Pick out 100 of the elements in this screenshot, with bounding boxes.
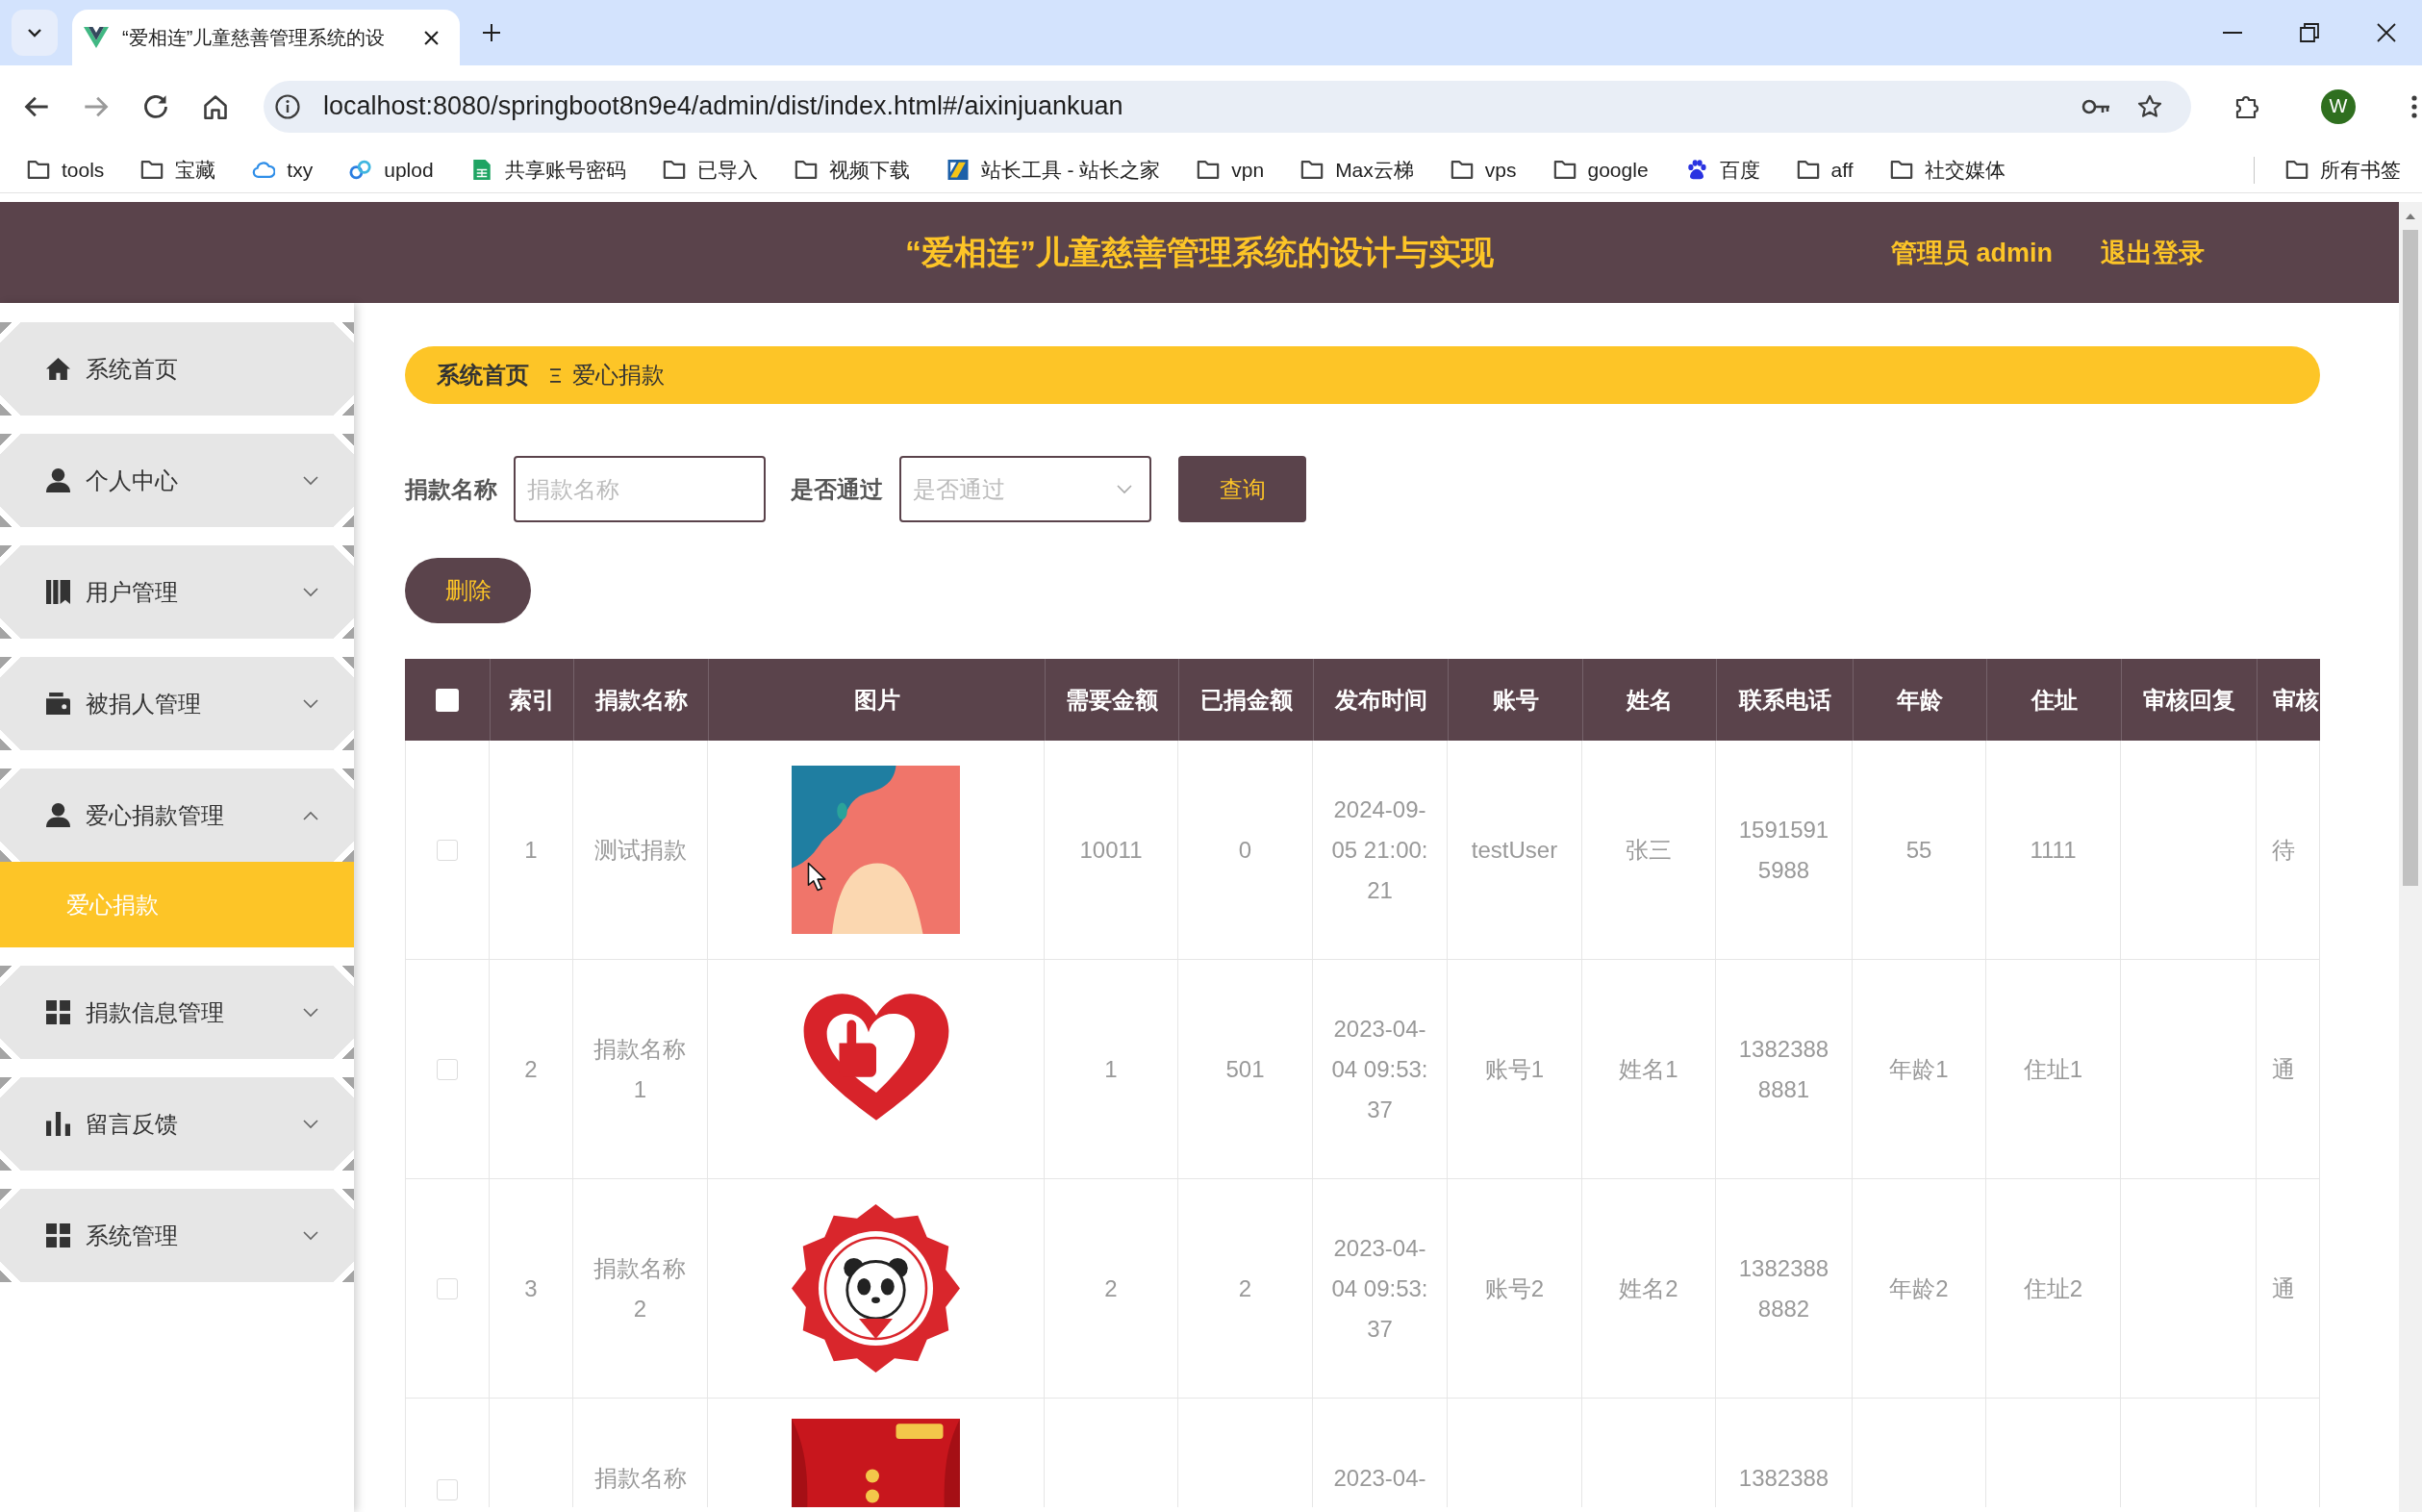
review-status: 通	[2272, 1273, 2295, 1303]
row-checkbox[interactable]	[437, 1277, 458, 1299]
menu-item[interactable]: 爱心捐款管理	[0, 769, 354, 862]
menu-item[interactable]: 被捐人管理	[0, 657, 354, 750]
bookmark[interactable]: uplod	[343, 158, 440, 182]
person-name: 姓名1	[1619, 1054, 1678, 1084]
logout-button[interactable]: 退出登录	[2101, 235, 2205, 270]
donation-name: 捐款名称2	[593, 1253, 688, 1323]
grid-icon	[46, 1223, 70, 1247]
chevron-down-icon	[1117, 484, 1132, 494]
bookmark[interactable]: 站长工具 - 站长之家	[940, 156, 1167, 184]
column-header: 已捐金额	[1199, 685, 1293, 715]
tile-icon	[946, 160, 970, 180]
v-shape-icon	[84, 27, 109, 48]
key-icon[interactable]	[2081, 97, 2110, 115]
folder-icon	[662, 160, 686, 180]
bookmark[interactable]: 社交媒体	[1883, 156, 2011, 184]
bookmark[interactable]: tools	[21, 158, 111, 182]
address-bar[interactable]: localhost:8080/springboot8n9e4/admin/dist/index.html#/aixinjuankuan	[264, 80, 2191, 133]
menu-item[interactable]: 系统首页	[0, 322, 354, 416]
select-all-checkbox[interactable]	[436, 688, 459, 712]
column-header: 审核回复	[2143, 685, 2235, 715]
review-status: 待	[2272, 835, 2295, 865]
puzzle-icon[interactable]	[2234, 93, 2259, 119]
menu-item[interactable]: 捐款信息管理	[0, 966, 354, 1059]
folder-icon	[27, 160, 50, 180]
bookmark[interactable]: 视频下载	[788, 156, 916, 184]
plus-icon[interactable]	[483, 24, 500, 41]
folder-icon	[1450, 160, 1474, 180]
column-header: 住址	[2031, 685, 2078, 715]
search-button[interactable]: 查询	[1178, 456, 1306, 522]
chevron-down-icon	[27, 28, 42, 38]
info-icon[interactable]	[275, 93, 300, 119]
user-icon	[46, 803, 70, 827]
bookmark[interactable]: vps	[1444, 158, 1523, 182]
age-value: 年龄2	[1889, 1273, 1949, 1303]
bookmark[interactable]: 宝藏	[135, 156, 222, 184]
row-index: 1	[524, 835, 538, 865]
bookmark[interactable]: google	[1547, 158, 1654, 182]
breadcrumb-link[interactable]: 系统首页	[437, 360, 529, 391]
column-header: 捐款名称	[594, 685, 688, 715]
app-title: “爱相连”儿童慈善管理系统的设计与实现	[905, 232, 1494, 272]
phone-number: 15915915988	[1737, 815, 1830, 885]
column-header: 姓名	[1627, 685, 1673, 715]
menu-icon[interactable]	[2411, 94, 2417, 118]
row-checkbox[interactable]	[437, 839, 458, 861]
browser-tab[interactable]: “爱相连”儿童慈善管理系统的设	[72, 10, 460, 65]
user-icon	[46, 468, 70, 492]
profile-avatar[interactable]: W	[2321, 88, 2356, 124]
donation-name: 测试捐款	[593, 835, 687, 865]
phone-number: 13823888882	[1737, 1253, 1830, 1323]
publish-time: 2023-04-	[1333, 1464, 1426, 1493]
address-text: 1111	[2030, 835, 2077, 865]
close-icon[interactable]	[424, 30, 439, 45]
scrollbar-thumb[interactable]	[2403, 230, 2418, 886]
bookmark[interactable]: 百度	[1678, 156, 1766, 184]
account-name: 账号1	[1484, 1054, 1545, 1084]
bar-chart-icon	[46, 1112, 70, 1136]
menu-item[interactable]: 用户管理	[0, 545, 354, 639]
publish-time: 2023-04-04 09:53:37	[1330, 1014, 1429, 1124]
address-text: 住址2	[2023, 1273, 2083, 1303]
column-header: 审核	[2273, 685, 2319, 715]
amount-needed: 1	[1104, 1054, 1118, 1084]
home-icon[interactable]	[202, 92, 229, 120]
url-text: localhost:8080/springboot8n9e4/admin/dist/index.html#/aixinjuankuan	[323, 91, 1123, 121]
amount-needed: 10011	[1079, 835, 1143, 865]
reload-icon[interactable]	[142, 92, 169, 120]
menu-item[interactable]: 系统管理	[0, 1189, 354, 1282]
bookmark[interactable]: vpn	[1191, 158, 1271, 182]
restore-icon[interactable]	[2300, 23, 2319, 42]
book-icon	[46, 580, 70, 604]
bookmark[interactable]: Max云梯	[1295, 156, 1420, 184]
bookmark[interactable]: aff	[1790, 158, 1859, 182]
menu-item[interactable]: 个人中心	[0, 434, 354, 527]
breadcrumb-current: 爱心捐款	[572, 361, 665, 390]
menu-item[interactable]: 留言反馈	[0, 1077, 354, 1171]
star-icon[interactable]	[2137, 93, 2162, 119]
phone-number: 1382388	[1738, 1464, 1829, 1493]
linked-rings-icon	[349, 160, 373, 180]
age-value: 55	[1905, 835, 1932, 865]
close-icon[interactable]	[2377, 23, 2396, 42]
delete-button[interactable]: 删除	[405, 558, 531, 623]
row-checkbox[interactable]	[437, 1058, 458, 1080]
row-checkbox[interactable]	[437, 1479, 458, 1500]
column-header: 联系电话	[1738, 685, 1831, 715]
scroll-up-icon[interactable]	[2406, 214, 2415, 219]
home-icon	[46, 357, 70, 381]
bookmark[interactable]: 共享账号密码	[464, 156, 632, 184]
text-input[interactable]: 捐款名称	[514, 456, 766, 522]
wallet-icon	[46, 692, 70, 716]
amount-donated: 501	[1225, 1054, 1265, 1084]
all-bookmarks-button[interactable]: 所有书签	[2280, 156, 2407, 184]
folder-icon	[1300, 160, 1325, 180]
bookmark[interactable]: txy	[246, 158, 319, 182]
folder-icon	[1889, 160, 1913, 180]
person-name: 张三	[1626, 835, 1672, 865]
bookmark[interactable]: 已导入	[656, 156, 764, 184]
column-header: 发布时间	[1334, 685, 1427, 715]
phone-number: 13823888881	[1737, 1034, 1830, 1104]
row-index: 3	[524, 1273, 538, 1303]
